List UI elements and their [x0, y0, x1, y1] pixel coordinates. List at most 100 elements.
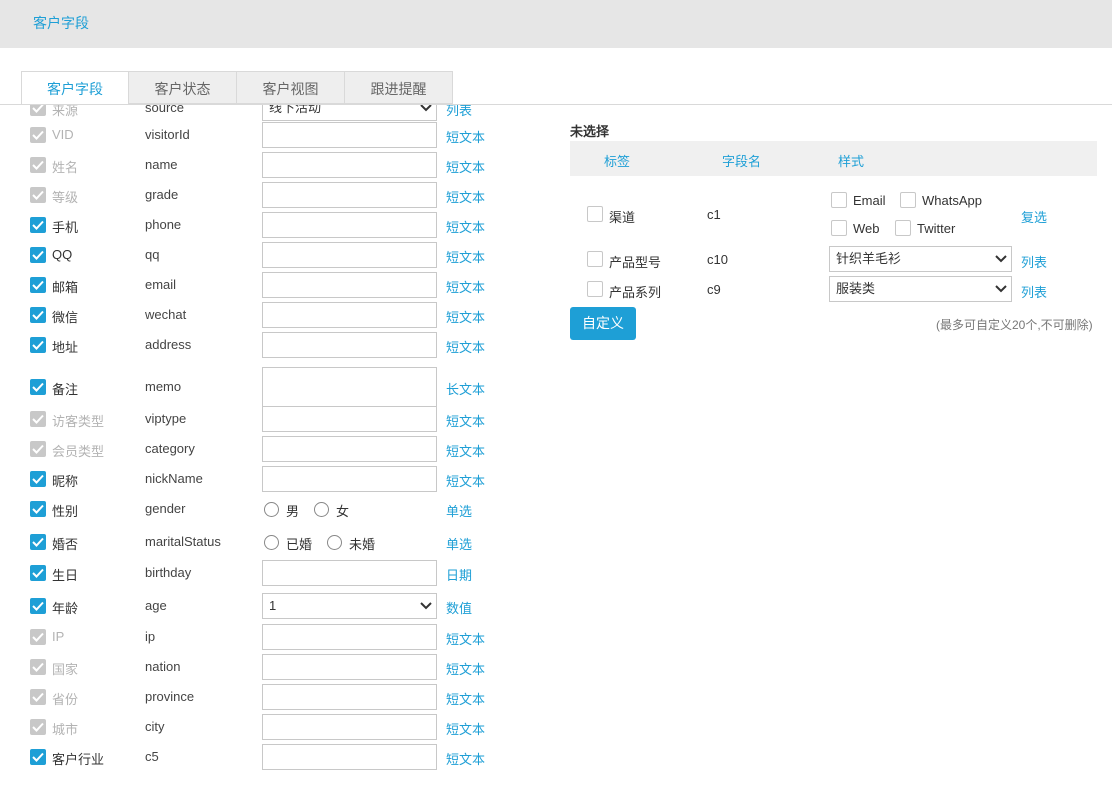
field-label: 等级	[52, 190, 79, 205]
radio-option[interactable]	[327, 535, 342, 550]
field-input[interactable]	[262, 182, 437, 208]
option-checkbox-web[interactable]	[831, 220, 847, 236]
field-type-link[interactable]: 数值	[446, 598, 472, 617]
field-type-link[interactable]: 短文本	[446, 411, 485, 430]
field-type-link[interactable]: 短文本	[446, 689, 485, 708]
field-type-link[interactable]: 短文本	[446, 247, 485, 266]
row-checkbox[interactable]	[587, 206, 603, 222]
field-select[interactable]: 线下活动	[262, 105, 437, 121]
field-input[interactable]	[262, 332, 437, 358]
check-icon	[32, 722, 44, 732]
field-key: birthday	[145, 565, 192, 580]
radio-option[interactable]	[264, 535, 279, 550]
field-input[interactable]	[262, 302, 437, 328]
field-checkbox[interactable]	[30, 247, 46, 263]
option-checkbox-whatsapp[interactable]	[900, 192, 916, 208]
row-type-link[interactable]: 列表	[1021, 252, 1047, 271]
row-type-link[interactable]: 列表	[1021, 282, 1047, 301]
row-field-name: c9	[707, 282, 721, 297]
field-input[interactable]	[262, 152, 437, 178]
field-key: ip	[145, 629, 156, 644]
field-checkbox[interactable]	[30, 379, 46, 395]
field-type-link[interactable]: 短文本	[446, 471, 485, 490]
field-type-link[interactable]: 列表	[446, 105, 472, 119]
tab-customer-fields[interactable]: 客户字段	[21, 71, 129, 105]
field-input[interactable]	[262, 212, 437, 238]
field-select[interactable]: 1	[262, 593, 437, 619]
field-input[interactable]	[262, 242, 437, 268]
field-input[interactable]	[262, 744, 437, 770]
field-label: 访客类型	[52, 414, 105, 429]
field-key: maritalStatus	[145, 534, 221, 549]
field-type-link[interactable]: 单选	[446, 501, 472, 520]
field-checkbox[interactable]	[30, 534, 46, 550]
field-checkbox[interactable]	[30, 307, 46, 323]
field-checkbox[interactable]	[30, 217, 46, 233]
tab-customer-status[interactable]: 客户状态	[129, 71, 237, 104]
field-type-link[interactable]: 单选	[446, 534, 472, 553]
field-checkbox[interactable]	[30, 565, 46, 581]
field-type-link[interactable]: 短文本	[446, 157, 485, 176]
tab-follow-up-reminder[interactable]: 跟进提醒	[345, 71, 453, 104]
field-type-link[interactable]: 短文本	[446, 749, 485, 768]
field-row-phone: 手机 phone 短文本	[0, 212, 540, 238]
field-label: QQ	[52, 247, 73, 262]
field-checkbox[interactable]	[30, 598, 46, 614]
check-icon	[32, 568, 44, 578]
row-label: 产品型号	[609, 255, 662, 270]
field-input[interactable]	[262, 714, 437, 740]
select-value: 针织羊毛衫	[836, 251, 902, 266]
field-type-link[interactable]: 短文本	[446, 719, 485, 738]
field-checkbox[interactable]	[30, 277, 46, 293]
custom-limit-note: (最多可自定义20个,不可删除)	[936, 318, 1093, 332]
row-checkbox[interactable]	[587, 281, 603, 297]
field-type-link[interactable]: 短文本	[446, 277, 485, 296]
field-textarea[interactable]	[262, 367, 437, 407]
field-type-link[interactable]: 短文本	[446, 217, 485, 236]
row-type-link[interactable]: 复选	[1021, 207, 1047, 226]
field-checkbox[interactable]	[30, 749, 46, 765]
field-type-link[interactable]: 短文本	[446, 127, 485, 146]
chevron-down-icon	[420, 602, 432, 610]
field-input[interactable]	[262, 436, 437, 462]
field-input[interactable]	[262, 654, 437, 680]
field-input[interactable]	[262, 624, 437, 650]
field-input[interactable]	[262, 272, 437, 298]
tab-customer-view[interactable]: 客户视图	[237, 71, 345, 104]
field-type-link[interactable]: 日期	[446, 565, 472, 584]
option-label-twitter: Twitter	[917, 221, 956, 236]
row-label: 产品系列	[609, 285, 662, 300]
field-input[interactable]	[262, 122, 437, 148]
field-type-link[interactable]: 短文本	[446, 307, 485, 326]
product-model-select[interactable]: 针织羊毛衫	[829, 246, 1012, 272]
field-input[interactable]	[262, 684, 437, 710]
select-value: 线下活动	[269, 105, 322, 115]
field-label: 手机	[52, 220, 79, 235]
custom-field-button[interactable]: 自定义	[570, 307, 636, 340]
check-icon	[32, 382, 44, 392]
radio-option[interactable]	[314, 502, 329, 517]
check-icon	[32, 601, 44, 611]
field-type-link[interactable]: 短文本	[446, 441, 485, 460]
field-row-email: 邮箱 email 短文本	[0, 272, 540, 298]
option-checkbox-twitter[interactable]	[895, 220, 911, 236]
page-title: 客户字段	[33, 15, 89, 31]
field-type-link[interactable]: 短文本	[446, 337, 485, 356]
field-checkbox[interactable]	[30, 337, 46, 353]
radio-option[interactable]	[264, 502, 279, 517]
option-checkbox-email[interactable]	[831, 192, 847, 208]
field-type-link[interactable]: 短文本	[446, 659, 485, 678]
field-input[interactable]	[262, 560, 437, 586]
field-input[interactable]	[262, 406, 437, 432]
field-type-link[interactable]: 短文本	[446, 187, 485, 206]
field-label: 来源	[52, 105, 79, 118]
product-series-select[interactable]: 服装类	[829, 276, 1012, 302]
row-checkbox[interactable]	[587, 251, 603, 267]
field-type-link[interactable]: 短文本	[446, 629, 485, 648]
field-checkbox[interactable]	[30, 471, 46, 487]
field-input[interactable]	[262, 466, 437, 492]
field-checkbox[interactable]	[30, 501, 46, 517]
field-key: source	[145, 105, 185, 115]
field-row-c5: 客户行业 c5 短文本	[0, 744, 540, 770]
field-type-link[interactable]: 长文本	[446, 379, 485, 398]
